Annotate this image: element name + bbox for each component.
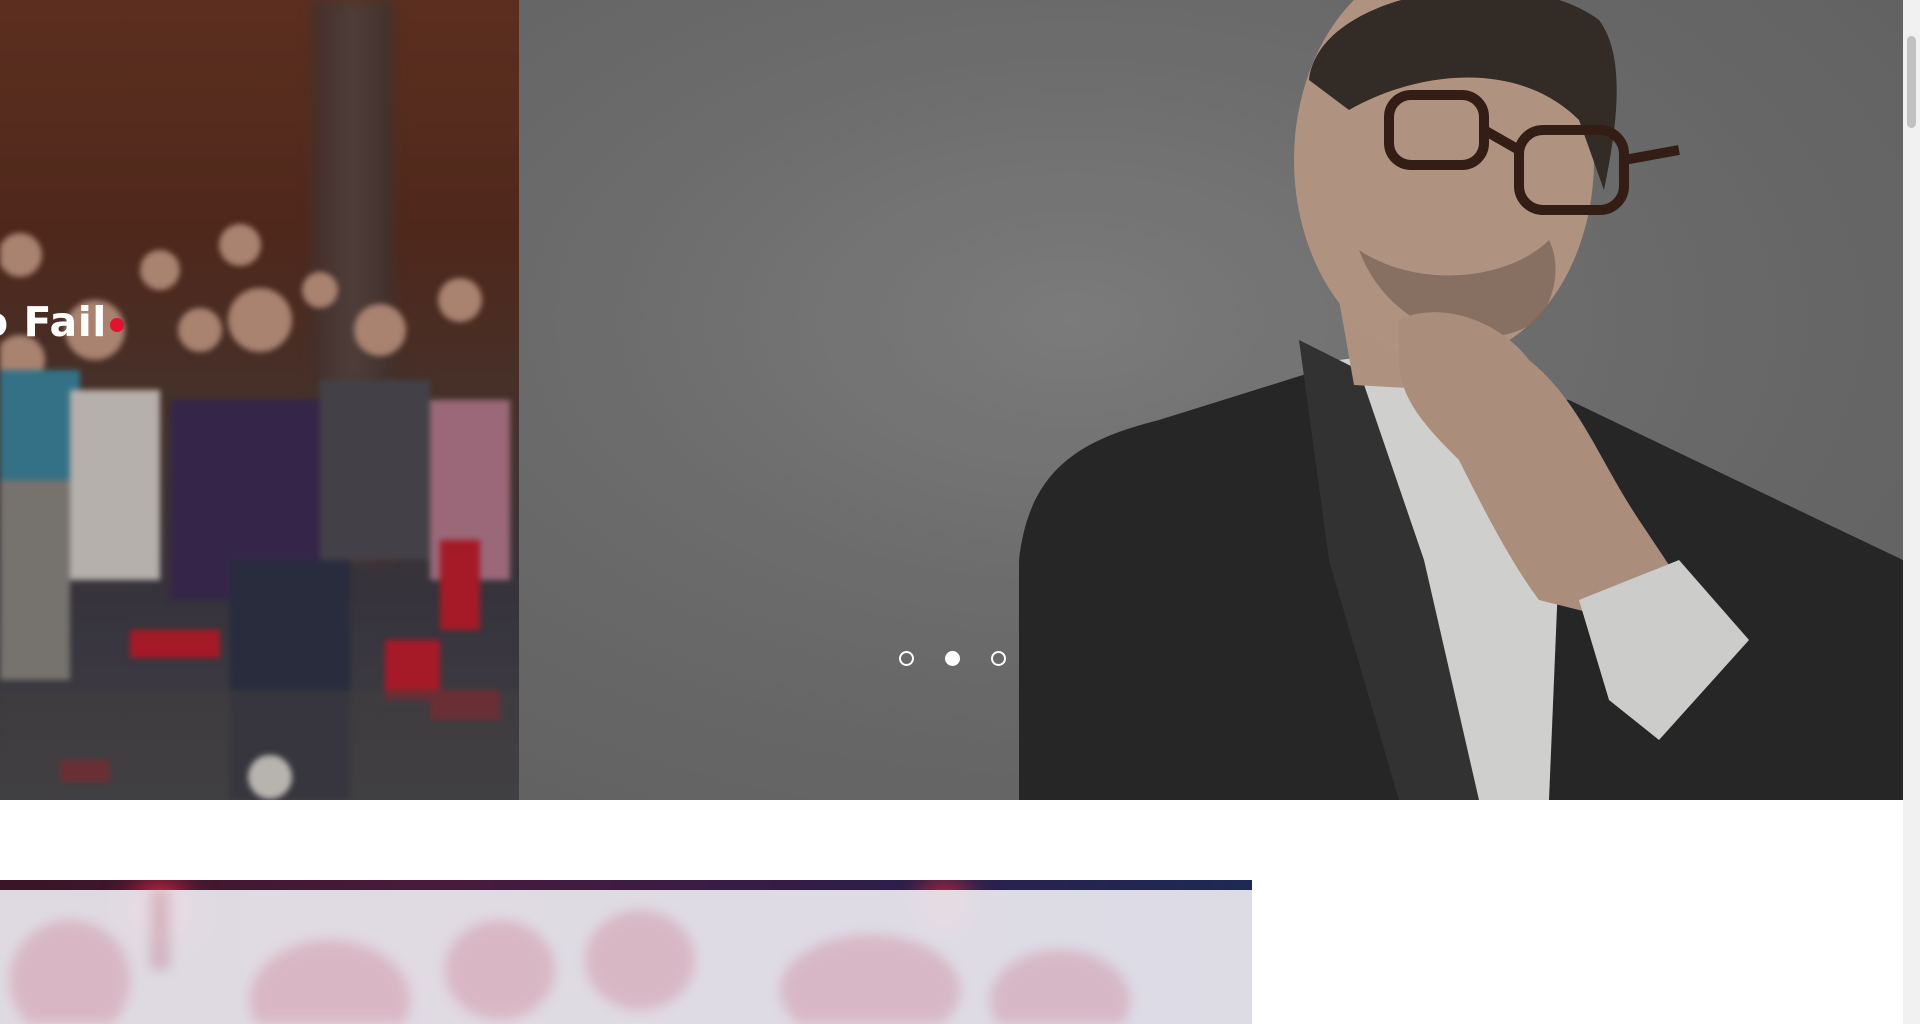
pager-dot-1[interactable] — [899, 651, 914, 666]
pager-dot-3[interactable] — [991, 651, 1006, 666]
slide-businessman-image — [519, 0, 1903, 800]
crowd-silhouette — [10, 890, 1130, 1024]
hero-heading-text: o Fail — [0, 298, 107, 346]
slide-overlay — [0, 0, 519, 800]
event-banner-section — [0, 880, 1252, 1024]
hero-heading: o Fail — [0, 298, 124, 346]
banner-overlay — [0, 890, 1252, 1024]
pager-dot-2-active[interactable] — [945, 651, 960, 666]
scrollbar-thumb[interactable] — [1907, 36, 1916, 128]
accent-dot-icon — [109, 318, 124, 332]
slide-overlay — [519, 0, 1903, 800]
slider-pagination — [899, 651, 1006, 666]
slide-audience-image — [0, 0, 519, 800]
hero-slider: o Fail — [0, 0, 1903, 800]
page-scrollbar[interactable] — [1903, 0, 1920, 1024]
